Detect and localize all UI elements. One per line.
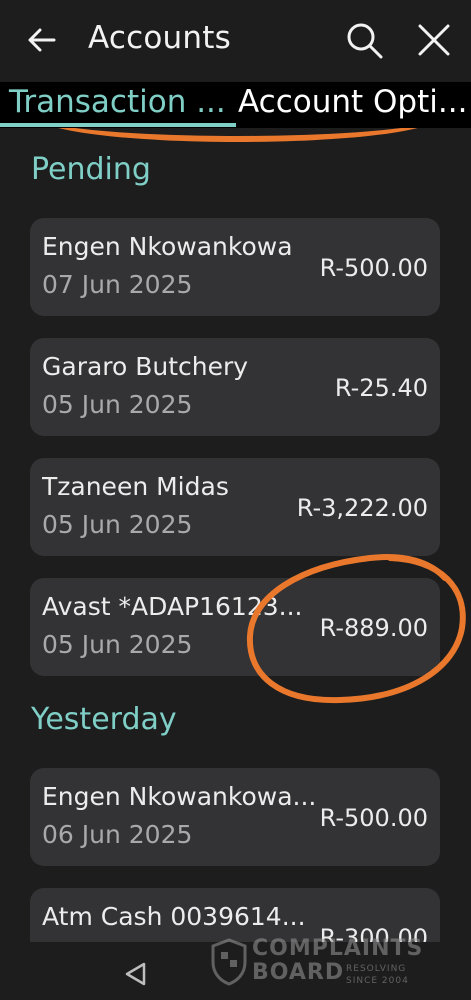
transaction-date: 05 Jun 2025	[42, 510, 193, 539]
transaction-amount: R-3,222.00	[296, 494, 428, 522]
watermark-logo: COMPLAINTS BOARD RESOLVING SINCE 2004	[210, 934, 450, 994]
transaction-card[interactable]: Engen Nkowankowa... 06 Jun 2025 R-500.00	[30, 768, 440, 866]
transaction-date: 05 Jun 2025	[42, 390, 193, 419]
transaction-card[interactable]: Tzaneen Midas 05 Jun 2025 R-3,222.00	[30, 458, 440, 556]
shield-icon	[211, 938, 247, 986]
annotation-circle	[246, 554, 466, 704]
tab-bar: Transaction ... Account Opti...	[0, 82, 471, 128]
transaction-date: 05 Jun 2025	[42, 630, 193, 659]
transaction-name: Gararo Butchery	[42, 352, 249, 381]
search-icon[interactable]	[344, 20, 384, 60]
section-label: Yesterday	[31, 702, 177, 737]
transaction-date: 07 Jun 2025	[42, 270, 193, 299]
app-bar: Accounts	[0, 0, 471, 82]
watermark-tag1: RESOLVING	[346, 964, 407, 974]
transaction-name: Atm Cash 0039614...	[42, 902, 306, 931]
transaction-date: 06 Jun 2025	[42, 820, 193, 849]
page-title: Accounts	[88, 20, 231, 56]
tab-transactions[interactable]: Transaction ...	[9, 84, 226, 120]
transaction-name: Engen Nkowankowa...	[42, 782, 314, 811]
nav-back-icon[interactable]	[122, 960, 150, 988]
transaction-name: Engen Nkowankowa	[42, 232, 293, 261]
transaction-amount: R-500.00	[319, 804, 428, 832]
transaction-amount: R-25.40	[334, 374, 428, 402]
close-icon[interactable]	[414, 20, 454, 60]
transaction-card[interactable]: Engen Nkowankowa 07 Jun 2025 R-500.00	[30, 218, 440, 316]
arrow-left-icon[interactable]	[24, 22, 60, 58]
watermark-line1: COMPLAINTS	[252, 936, 424, 961]
transaction-amount: R-500.00	[319, 254, 428, 282]
active-tab-indicator	[0, 123, 236, 127]
transaction-name: Tzaneen Midas	[42, 472, 229, 501]
tab-account-options[interactable]: Account Opti...	[238, 84, 467, 120]
section-label: Pending	[31, 152, 151, 187]
transaction-card[interactable]: Gararo Butchery 05 Jun 2025 R-25.40	[30, 338, 440, 436]
watermark-line2: BOARD	[252, 960, 345, 985]
watermark-tag2: SINCE 2004	[346, 976, 409, 986]
